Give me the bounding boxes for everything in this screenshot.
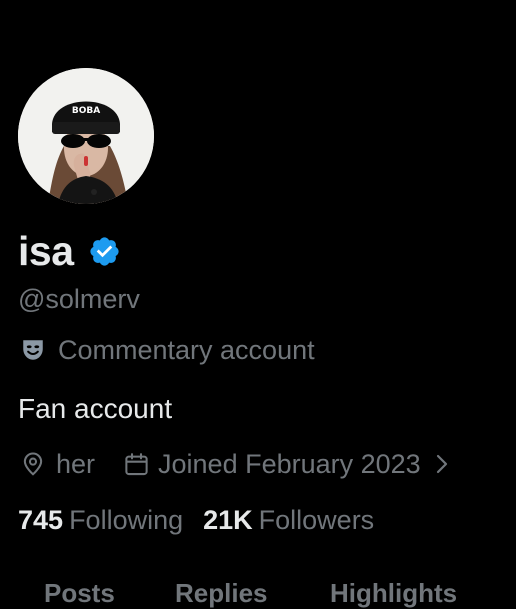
- profile-meta-row: her Joined February 2023: [20, 446, 451, 482]
- avatar-photo: BOBA: [18, 68, 154, 204]
- display-name-row: isa: [18, 226, 121, 276]
- display-name: isa: [18, 227, 74, 274]
- account-label[interactable]: Commentary account: [20, 332, 315, 368]
- profile-avatar[interactable]: BOBA: [18, 68, 154, 204]
- account-label-text: Commentary account: [58, 334, 315, 365]
- following-link[interactable]: 745 Following: [18, 505, 183, 536]
- pronouns-text: her: [56, 448, 96, 479]
- theater-mask-icon: [23, 340, 43, 360]
- following-count: 745: [18, 505, 64, 535]
- following-label: Following: [69, 505, 184, 535]
- verified-badge-icon[interactable]: [88, 235, 121, 268]
- joined-date-text: Joined February 2023: [158, 448, 421, 479]
- profile-bio: Fan account: [18, 393, 173, 424]
- location-pin-icon: [23, 452, 43, 476]
- username-handle: @solmerv: [18, 284, 140, 314]
- tab-posts[interactable]: Posts: [44, 578, 115, 609]
- tab-replies[interactable]: Replies: [175, 578, 268, 609]
- follow-stats-row: 745 Following 21K Followers: [18, 505, 374, 536]
- calendar-icon: [125, 452, 148, 475]
- tab-highlights[interactable]: Highlights: [330, 578, 457, 609]
- profile-tabs: Posts Replies Highlights: [0, 572, 516, 608]
- chevron-right-icon[interactable]: [433, 453, 451, 475]
- avatar-cap-text: BOBA: [72, 106, 100, 116]
- followers-count: 21K: [203, 505, 253, 535]
- followers-link[interactable]: 21K Followers: [203, 505, 374, 536]
- followers-label: Followers: [258, 505, 375, 535]
